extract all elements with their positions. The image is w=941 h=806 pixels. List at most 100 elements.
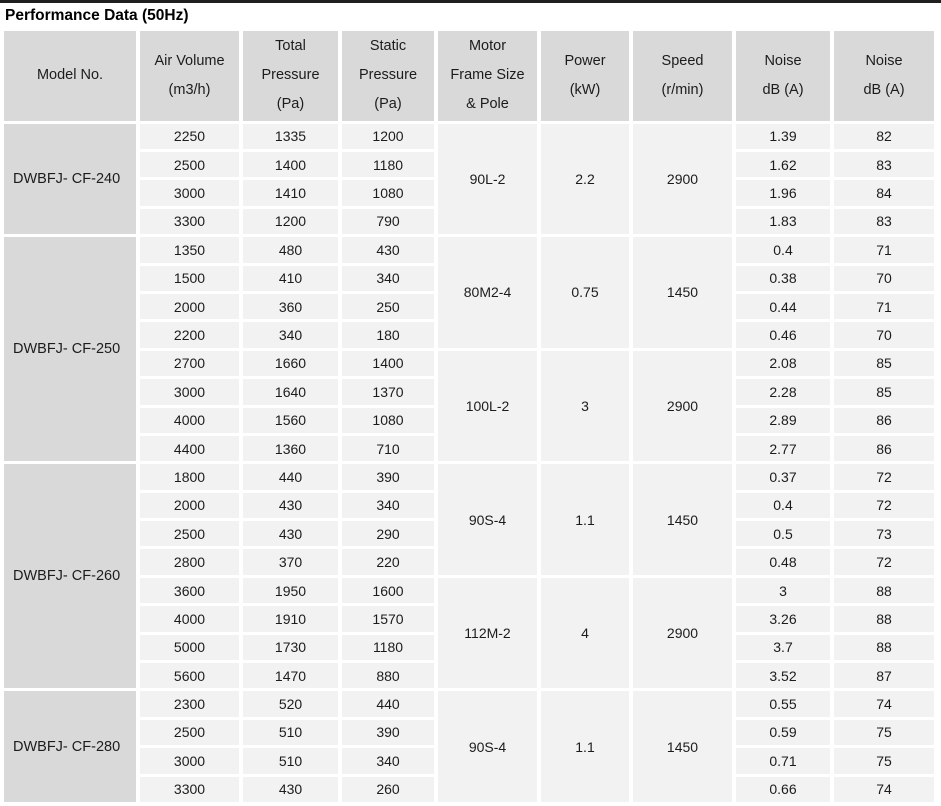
- motor-frame-cell: 90S-4: [438, 464, 537, 575]
- static-pressure-cell: 390: [342, 720, 434, 745]
- noise-2-cell: 70: [834, 322, 934, 347]
- noise-2-cell: 75: [834, 748, 934, 773]
- air-volume-cell: 3000: [140, 180, 239, 205]
- air-volume-cell: 2500: [140, 152, 239, 177]
- noise-1-cell: 0.37: [736, 464, 830, 489]
- static-pressure-cell: 1080: [342, 180, 434, 205]
- noise-2-cell: 74: [834, 691, 934, 716]
- total-pressure-cell: 1410: [243, 180, 338, 205]
- noise-1-cell: 1.39: [736, 124, 830, 149]
- noise-2-cell: 71: [834, 294, 934, 319]
- static-pressure-cell: 1400: [342, 351, 434, 376]
- noise-1-cell: 0.59: [736, 720, 830, 745]
- column-header-total-pressure: Total Pressure (Pa): [243, 31, 338, 121]
- total-pressure-cell: 1730: [243, 635, 338, 660]
- total-pressure-cell: 440: [243, 464, 338, 489]
- air-volume-cell: 3000: [140, 748, 239, 773]
- total-pressure-cell: 510: [243, 748, 338, 773]
- total-pressure-cell: 410: [243, 266, 338, 291]
- air-volume-cell: 2200: [140, 322, 239, 347]
- static-pressure-cell: 430: [342, 237, 434, 262]
- model-cell: DWBFJ- CF-280: [4, 691, 136, 802]
- noise-2-cell: 83: [834, 209, 934, 234]
- static-pressure-cell: 340: [342, 748, 434, 773]
- motor-frame-cell: 112M-2: [438, 578, 537, 689]
- static-pressure-cell: 710: [342, 436, 434, 461]
- total-pressure-cell: 430: [243, 777, 338, 802]
- air-volume-cell: 1500: [140, 266, 239, 291]
- noise-1-cell: 0.4: [736, 493, 830, 518]
- air-volume-cell: 2700: [140, 351, 239, 376]
- air-volume-cell: 2500: [140, 521, 239, 546]
- noise-2-cell: 74: [834, 777, 934, 802]
- noise-1-cell: 0.38: [736, 266, 830, 291]
- total-pressure-cell: 1560: [243, 408, 338, 433]
- noise-2-cell: 72: [834, 464, 934, 489]
- motor-frame-cell: 90L-2: [438, 124, 537, 235]
- static-pressure-cell: 1180: [342, 635, 434, 660]
- air-volume-cell: 3000: [140, 379, 239, 404]
- noise-1-cell: 0.44: [736, 294, 830, 319]
- air-volume-cell: 5000: [140, 635, 239, 660]
- air-volume-cell: 2000: [140, 294, 239, 319]
- total-pressure-cell: 1360: [243, 436, 338, 461]
- total-pressure-cell: 510: [243, 720, 338, 745]
- noise-1-cell: 0.66: [736, 777, 830, 802]
- noise-2-cell: 85: [834, 351, 934, 376]
- air-volume-cell: 2800: [140, 549, 239, 574]
- air-volume-cell: 2250: [140, 124, 239, 149]
- noise-2-cell: 83: [834, 152, 934, 177]
- noise-1-cell: 0.71: [736, 748, 830, 773]
- noise-1-cell: 3.7: [736, 635, 830, 660]
- static-pressure-cell: 340: [342, 266, 434, 291]
- air-volume-cell: 4400: [140, 436, 239, 461]
- power-cell: 0.75: [541, 237, 629, 348]
- total-pressure-cell: 480: [243, 237, 338, 262]
- air-volume-cell: 2300: [140, 691, 239, 716]
- model-cell: DWBFJ- CF-240: [4, 124, 136, 235]
- static-pressure-cell: 220: [342, 549, 434, 574]
- noise-2-cell: 88: [834, 635, 934, 660]
- column-header-noise-2: Noise dB (A): [834, 31, 934, 121]
- noise-2-cell: 72: [834, 549, 934, 574]
- noise-2-cell: 88: [834, 578, 934, 603]
- speed-cell: 1450: [633, 237, 732, 348]
- air-volume-cell: 1800: [140, 464, 239, 489]
- column-header-noise-1: Noise dB (A): [736, 31, 830, 121]
- motor-frame-cell: 80M2-4: [438, 237, 537, 348]
- power-cell: 2.2: [541, 124, 629, 235]
- static-pressure-cell: 1180: [342, 152, 434, 177]
- table-row: DWBFJ- CF-250 1350 480 430 80M2-4 0.75 1…: [4, 237, 934, 262]
- speed-cell: 2900: [633, 578, 732, 689]
- noise-1-cell: 3.26: [736, 606, 830, 631]
- static-pressure-cell: 260: [342, 777, 434, 802]
- total-pressure-cell: 1200: [243, 209, 338, 234]
- power-cell: 1.1: [541, 464, 629, 575]
- air-volume-cell: 4000: [140, 408, 239, 433]
- static-pressure-cell: 1570: [342, 606, 434, 631]
- model-cell: DWBFJ- CF-250: [4, 237, 136, 461]
- motor-frame-cell: 90S-4: [438, 691, 537, 802]
- column-header-speed: Speed (r/min): [633, 31, 732, 121]
- noise-2-cell: 88: [834, 606, 934, 631]
- static-pressure-cell: 440: [342, 691, 434, 716]
- noise-2-cell: 86: [834, 408, 934, 433]
- speed-cell: 2900: [633, 124, 732, 235]
- air-volume-cell: 3300: [140, 209, 239, 234]
- static-pressure-cell: 790: [342, 209, 434, 234]
- air-volume-cell: 4000: [140, 606, 239, 631]
- page-title: Performance Data (50Hz): [0, 3, 941, 28]
- noise-2-cell: 86: [834, 436, 934, 461]
- column-header-motor-frame: Motor Frame Size & Pole: [438, 31, 537, 121]
- total-pressure-cell: 1640: [243, 379, 338, 404]
- column-header-power: Power (kW): [541, 31, 629, 121]
- noise-1-cell: 1.96: [736, 180, 830, 205]
- static-pressure-cell: 1080: [342, 408, 434, 433]
- performance-table: Model No. Air Volume (m3/h) Total Pressu…: [0, 28, 938, 805]
- air-volume-cell: 2000: [140, 493, 239, 518]
- motor-frame-cell: 100L-2: [438, 351, 537, 462]
- static-pressure-cell: 880: [342, 663, 434, 688]
- noise-2-cell: 71: [834, 237, 934, 262]
- speed-cell: 2900: [633, 351, 732, 462]
- total-pressure-cell: 370: [243, 549, 338, 574]
